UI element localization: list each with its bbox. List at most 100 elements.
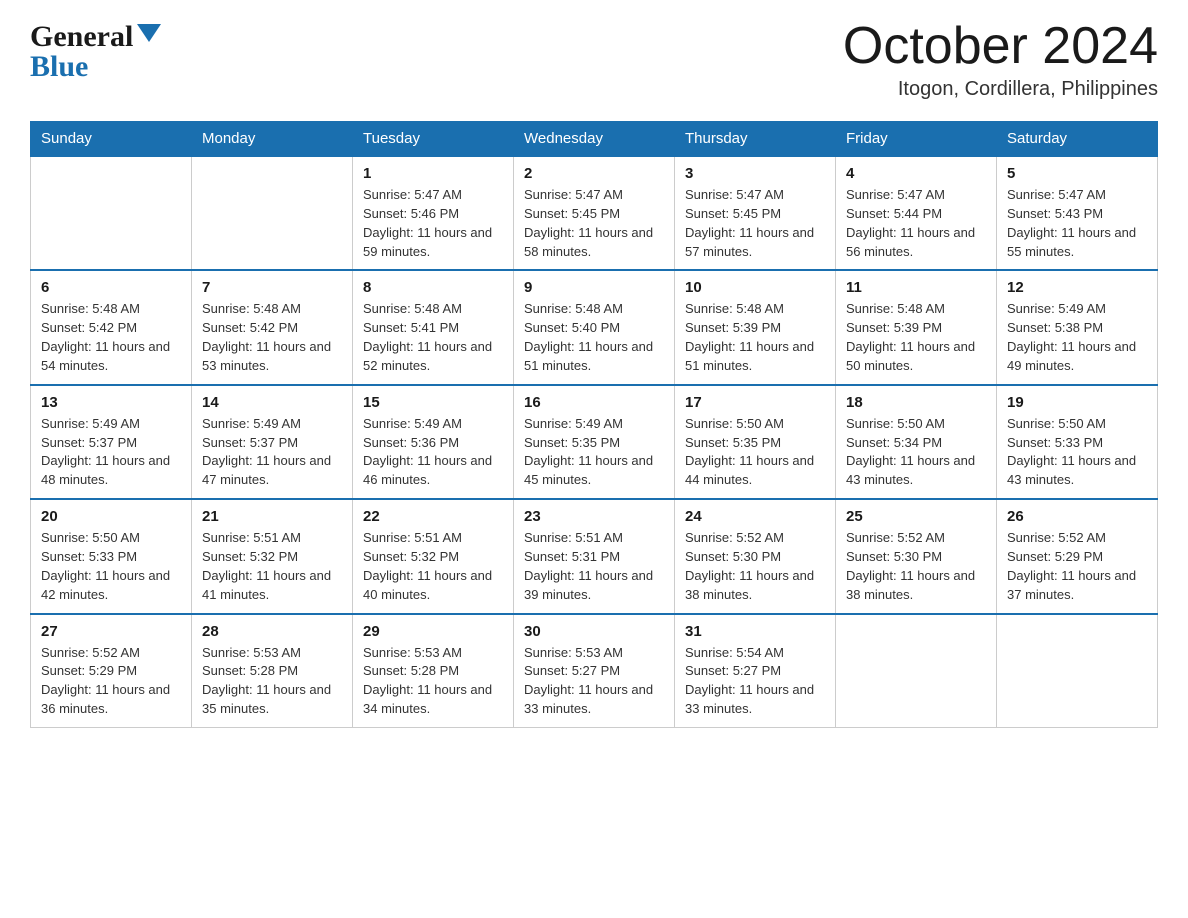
day-info: Sunrise: 5:49 AMSunset: 5:37 PMDaylight:… — [41, 415, 181, 490]
calendar-cell: 24Sunrise: 5:52 AMSunset: 5:30 PMDayligh… — [675, 499, 836, 613]
calendar-cell — [192, 156, 353, 270]
day-number: 11 — [846, 279, 986, 296]
calendar-header: Sunday Monday Tuesday Wednesday Thursday… — [31, 122, 1158, 157]
calendar-week-row: 13 Sunrise: 5:49 AMSunset: 5:37 PMDayligh… — [31, 385, 1158, 499]
day-info: Sunrise: 5:52 AMSunset: 5:30 PMDaylight:… — [846, 529, 986, 604]
calendar-cell: 3Sunrise: 5:47 AMSunset: 5:45 PMDaylight… — [675, 156, 836, 270]
calendar-cell: 10 Sunrise: 5:48 AMSunset: 5:39 PMDayligh… — [675, 270, 836, 384]
day-info: Sunrise: 5:48 AMSunset: 5:40 PMDaylight:… — [524, 300, 664, 375]
calendar-cell — [31, 156, 192, 270]
day-info: Sunrise: 5:53 AMSunset: 5:28 PMDaylight:… — [202, 644, 342, 719]
day-number: 3 — [685, 165, 825, 182]
page-header: General Blue October 2024 Itogon, Cordil… — [30, 20, 1158, 101]
calendar-cell — [997, 614, 1158, 728]
day-number: 1 — [363, 165, 503, 182]
day-info: Sunrise: 5:51 AMSunset: 5:32 PMDaylight:… — [363, 529, 503, 604]
day-info: Sunrise: 5:47 AMSunset: 5:45 PMDaylight:… — [524, 186, 664, 261]
logo-general-text: General — [30, 20, 133, 54]
weekday-row: Sunday Monday Tuesday Wednesday Thursday… — [31, 122, 1158, 157]
day-number: 7 — [202, 279, 342, 296]
calendar-week-row: 20Sunrise: 5:50 AMSunset: 5:33 PMDayligh… — [31, 499, 1158, 613]
calendar-cell: 11 Sunrise: 5:48 AMSunset: 5:39 PMDayligh… — [836, 270, 997, 384]
calendar-cell: 12 Sunrise: 5:49 AMSunset: 5:38 PMDayligh… — [997, 270, 1158, 384]
calendar-cell: 4Sunrise: 5:47 AMSunset: 5:44 PMDaylight… — [836, 156, 997, 270]
day-number: 19 — [1007, 394, 1147, 411]
day-info: Sunrise: 5:51 AMSunset: 5:31 PMDaylight:… — [524, 529, 664, 604]
day-number: 23 — [524, 508, 664, 525]
calendar-cell: 2 Sunrise: 5:47 AMSunset: 5:45 PMDaylight… — [514, 156, 675, 270]
calendar-body: 1 Sunrise: 5:47 AMSunset: 5:46 PMDaylight… — [31, 156, 1158, 727]
calendar-cell — [836, 614, 997, 728]
day-info: Sunrise: 5:54 AMSunset: 5:27 PMDaylight:… — [685, 644, 825, 719]
day-info: Sunrise: 5:48 AMSunset: 5:41 PMDaylight:… — [363, 300, 503, 375]
day-info: Sunrise: 5:48 AMSunset: 5:39 PMDaylight:… — [685, 300, 825, 375]
day-info: Sunrise: 5:50 AMSunset: 5:33 PMDaylight:… — [1007, 415, 1147, 490]
day-info: Sunrise: 5:48 AMSunset: 5:39 PMDaylight:… — [846, 300, 986, 375]
calendar-cell: 19 Sunrise: 5:50 AMSunset: 5:33 PMDayligh… — [997, 385, 1158, 499]
calendar-cell: 31Sunrise: 5:54 AMSunset: 5:27 PMDayligh… — [675, 614, 836, 728]
day-info: Sunrise: 5:53 AMSunset: 5:28 PMDaylight:… — [363, 644, 503, 719]
calendar-cell: 15Sunrise: 5:49 AMSunset: 5:36 PMDayligh… — [353, 385, 514, 499]
day-info: Sunrise: 5:47 AMSunset: 5:43 PMDaylight:… — [1007, 186, 1147, 261]
day-info: Sunrise: 5:50 AMSunset: 5:34 PMDaylight:… — [846, 415, 986, 490]
day-info: Sunrise: 5:51 AMSunset: 5:32 PMDaylight:… — [202, 529, 342, 604]
day-number: 2 — [524, 165, 664, 182]
calendar-cell: 18Sunrise: 5:50 AMSunset: 5:34 PMDayligh… — [836, 385, 997, 499]
day-number: 26 — [1007, 508, 1147, 525]
day-info: Sunrise: 5:47 AMSunset: 5:46 PMDaylight:… — [363, 186, 503, 261]
day-info: Sunrise: 5:49 AMSunset: 5:37 PMDaylight:… — [202, 415, 342, 490]
calendar-cell: 13 Sunrise: 5:49 AMSunset: 5:37 PMDayligh… — [31, 385, 192, 499]
day-number: 15 — [363, 394, 503, 411]
header-wednesday: Wednesday — [514, 122, 675, 157]
logo-blue-text: Blue — [30, 50, 88, 84]
header-sunday: Sunday — [31, 122, 192, 157]
calendar-week-row: 27Sunrise: 5:52 AMSunset: 5:29 PMDayligh… — [31, 614, 1158, 728]
calendar-cell: 7 Sunrise: 5:48 AMSunset: 5:42 PMDaylight… — [192, 270, 353, 384]
calendar-cell: 17Sunrise: 5:50 AMSunset: 5:35 PMDayligh… — [675, 385, 836, 499]
day-number: 16 — [524, 394, 664, 411]
day-number: 4 — [846, 165, 986, 182]
day-info: Sunrise: 5:52 AMSunset: 5:29 PMDaylight:… — [1007, 529, 1147, 604]
calendar-cell: 20Sunrise: 5:50 AMSunset: 5:33 PMDayligh… — [31, 499, 192, 613]
day-number: 30 — [524, 623, 664, 640]
day-number: 12 — [1007, 279, 1147, 296]
day-number: 6 — [41, 279, 181, 296]
day-number: 25 — [846, 508, 986, 525]
calendar-cell: 28Sunrise: 5:53 AMSunset: 5:28 PMDayligh… — [192, 614, 353, 728]
day-number: 10 — [685, 279, 825, 296]
calendar-cell: 9 Sunrise: 5:48 AMSunset: 5:40 PMDaylight… — [514, 270, 675, 384]
day-info: Sunrise: 5:53 AMSunset: 5:27 PMDaylight:… — [524, 644, 664, 719]
day-number: 14 — [202, 394, 342, 411]
calendar-cell: 16 Sunrise: 5:49 AMSunset: 5:35 PMDayligh… — [514, 385, 675, 499]
calendar-cell: 5Sunrise: 5:47 AMSunset: 5:43 PMDaylight… — [997, 156, 1158, 270]
day-number: 13 — [41, 394, 181, 411]
day-number: 9 — [524, 279, 664, 296]
day-number: 24 — [685, 508, 825, 525]
calendar-cell: 23 Sunrise: 5:51 AMSunset: 5:31 PMDayligh… — [514, 499, 675, 613]
calendar-cell: 26 Sunrise: 5:52 AMSunset: 5:29 PMDayligh… — [997, 499, 1158, 613]
day-info: Sunrise: 5:49 AMSunset: 5:35 PMDaylight:… — [524, 415, 664, 490]
header-monday: Monday — [192, 122, 353, 157]
calendar-cell: 14 Sunrise: 5:49 AMSunset: 5:37 PMDayligh… — [192, 385, 353, 499]
logo: General Blue — [30, 20, 161, 84]
calendar-week-row: 6 Sunrise: 5:48 AMSunset: 5:42 PMDaylight… — [31, 270, 1158, 384]
header-friday: Friday — [836, 122, 997, 157]
calendar-cell: 21Sunrise: 5:51 AMSunset: 5:32 PMDayligh… — [192, 499, 353, 613]
location-text: Itogon, Cordillera, Philippines — [843, 78, 1158, 101]
calendar-cell: 25 Sunrise: 5:52 AMSunset: 5:30 PMDayligh… — [836, 499, 997, 613]
day-number: 8 — [363, 279, 503, 296]
day-info: Sunrise: 5:49 AMSunset: 5:38 PMDaylight:… — [1007, 300, 1147, 375]
header-saturday: Saturday — [997, 122, 1158, 157]
calendar-table: Sunday Monday Tuesday Wednesday Thursday… — [30, 121, 1158, 728]
calendar-cell: 29Sunrise: 5:53 AMSunset: 5:28 PMDayligh… — [353, 614, 514, 728]
calendar-cell: 8 Sunrise: 5:48 AMSunset: 5:41 PMDaylight… — [353, 270, 514, 384]
calendar-cell: 27Sunrise: 5:52 AMSunset: 5:29 PMDayligh… — [31, 614, 192, 728]
month-title: October 2024 — [843, 20, 1158, 72]
day-info: Sunrise: 5:52 AMSunset: 5:29 PMDaylight:… — [41, 644, 181, 719]
day-info: Sunrise: 5:50 AMSunset: 5:35 PMDaylight:… — [685, 415, 825, 490]
day-info: Sunrise: 5:50 AMSunset: 5:33 PMDaylight:… — [41, 529, 181, 604]
day-info: Sunrise: 5:48 AMSunset: 5:42 PMDaylight:… — [41, 300, 181, 375]
day-info: Sunrise: 5:48 AMSunset: 5:42 PMDaylight:… — [202, 300, 342, 375]
calendar-week-row: 1 Sunrise: 5:47 AMSunset: 5:46 PMDaylight… — [31, 156, 1158, 270]
calendar-cell: 6 Sunrise: 5:48 AMSunset: 5:42 PMDaylight… — [31, 270, 192, 384]
